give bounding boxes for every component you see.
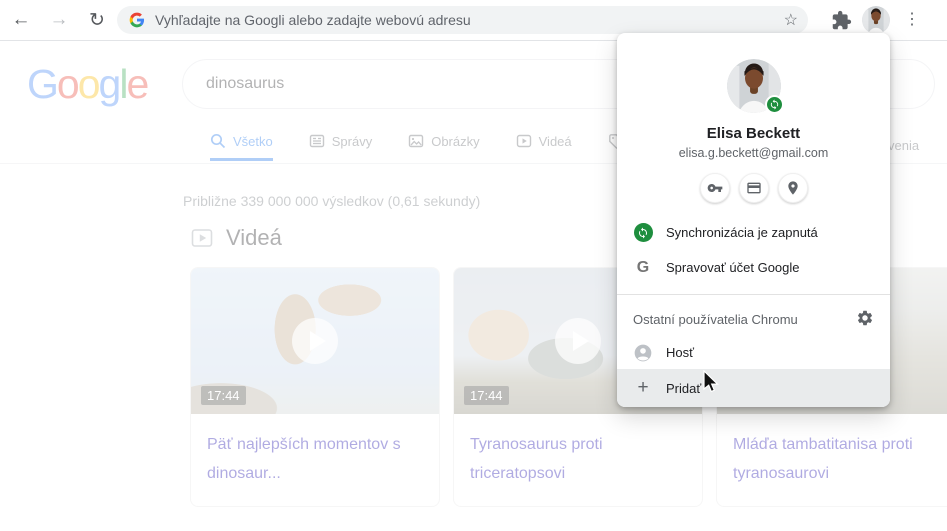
- browser-menu-icon[interactable]: ⋮: [903, 8, 921, 32]
- search-tabs: Všetko Správy Obrázky Videá: [210, 133, 631, 161]
- google-g-gray-icon: G: [636, 258, 650, 276]
- manage-people-button[interactable]: [856, 309, 874, 330]
- video-title[interactable]: Mláďa tambatitanisa proti tyranosaurovi: [717, 414, 947, 506]
- profile-email: elisa.g.beckett@gmail.com: [678, 146, 829, 160]
- video-card[interactable]: 17:44 Päť najlepších momentov s dinosaur…: [190, 267, 440, 507]
- passwords-button[interactable]: [699, 173, 730, 203]
- profile-shortcuts: [617, 173, 890, 203]
- videos-heading-icon: [191, 229, 213, 247]
- tab-all[interactable]: Všetko: [210, 133, 273, 161]
- google-logo: Google: [27, 61, 149, 107]
- sync-status-item[interactable]: Synchronizácia je zapnutá: [617, 215, 890, 250]
- address-bar[interactable]: Vyhľadajte na Googli alebo zadajte webov…: [117, 6, 808, 34]
- profile-name: Elisa Beckett: [706, 125, 801, 142]
- tab-news[interactable]: Správy: [309, 133, 372, 161]
- key-icon: [707, 184, 722, 192]
- video-icon: [516, 134, 531, 148]
- other-users-section: Ostatní používatelia Chromu: [617, 304, 890, 336]
- address-bar-placeholder: Vyhľadajte na Googli alebo zadajte webov…: [155, 12, 471, 28]
- videos-section-heading: Videá: [191, 225, 282, 251]
- bookmark-star-icon[interactable]: ☆: [784, 10, 798, 30]
- profile-menu-header: Elisa Beckett elisa.g.beckett@gmail.com: [617, 33, 890, 203]
- plus-icon: +: [637, 377, 649, 399]
- profile-avatar-button[interactable]: [862, 6, 890, 34]
- guest-person-icon: [634, 344, 652, 361]
- manage-google-account-item[interactable]: G Spravovať účet Google: [617, 250, 890, 285]
- video-duration: 17:44: [201, 386, 246, 405]
- menu-divider: [617, 294, 890, 295]
- payment-card-icon: [746, 182, 761, 194]
- video-duration: 17:44: [464, 386, 509, 405]
- results-stats: Približne 339 000 000 výsledkov (0,61 se…: [183, 193, 481, 209]
- sync-on-icon: [633, 223, 653, 242]
- reload-button[interactable]: ↻: [80, 3, 114, 37]
- image-icon: [409, 134, 424, 148]
- google-g-icon: [129, 12, 145, 28]
- forward-button[interactable]: →: [42, 3, 76, 37]
- play-icon: [292, 318, 338, 364]
- tab-images[interactable]: Obrázky: [408, 133, 480, 161]
- news-icon: [309, 134, 324, 148]
- gear-icon: [857, 311, 873, 326]
- video-title[interactable]: Päť najlepších momentov s dinosaur...: [191, 414, 439, 506]
- sync-badge-icon: [764, 95, 784, 114]
- video-title[interactable]: Tyranosaurus proti triceratopsovi: [454, 414, 702, 506]
- video-thumbnail[interactable]: 17:44: [191, 268, 439, 414]
- mouse-cursor: [703, 370, 719, 393]
- profile-menu: Elisa Beckett elisa.g.beckett@gmail.com …: [617, 33, 890, 407]
- add-person-item[interactable]: + Pridať: [617, 369, 890, 407]
- tab-videos[interactable]: Videá: [516, 133, 572, 161]
- settings-link-partial[interactable]: venia: [888, 138, 919, 153]
- payments-button[interactable]: [738, 173, 769, 203]
- guest-item[interactable]: Hosť: [617, 336, 890, 370]
- location-pin-icon: [787, 181, 798, 195]
- back-button[interactable]: ←: [4, 3, 38, 37]
- search-icon: [210, 133, 226, 149]
- play-icon: [555, 318, 601, 364]
- extensions-puzzle-icon[interactable]: [831, 10, 852, 31]
- addresses-button[interactable]: [777, 173, 808, 203]
- search-query-text: dinosaurus: [206, 75, 285, 92]
